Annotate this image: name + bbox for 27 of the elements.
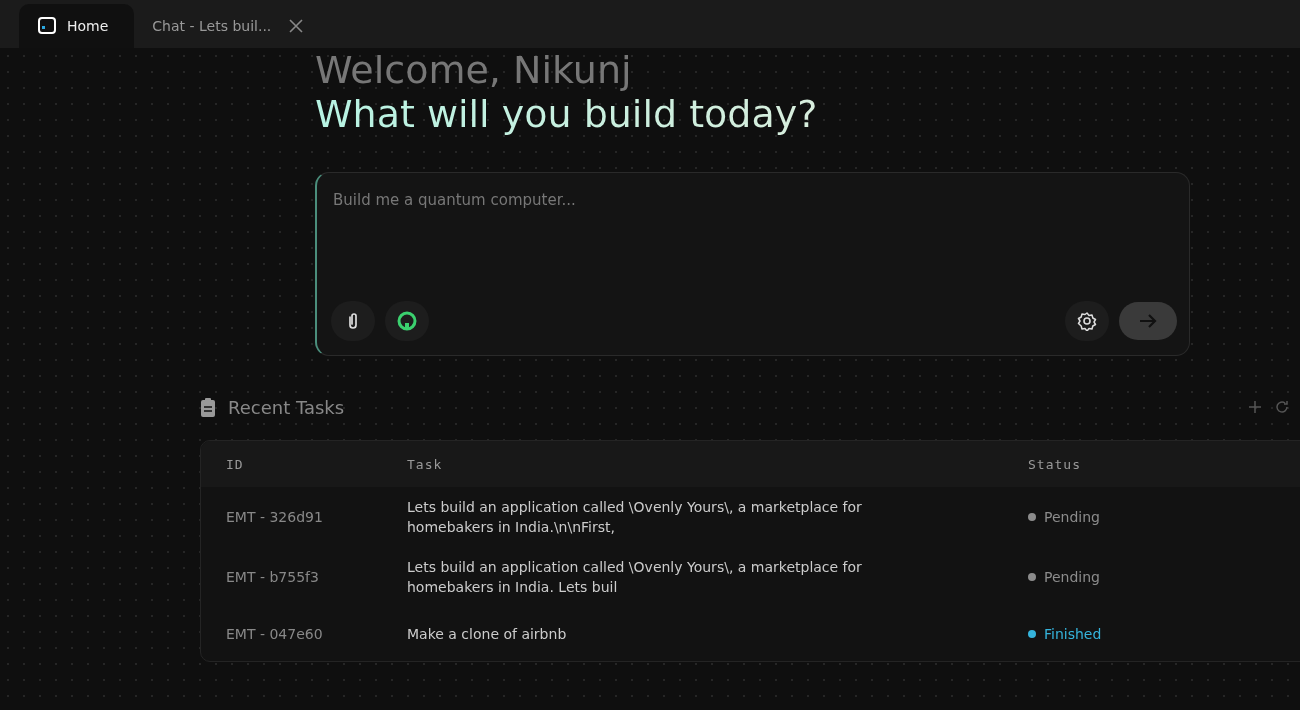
clipboard-icon xyxy=(200,397,216,417)
refresh-icon[interactable] xyxy=(1274,399,1290,415)
welcome-heading: Welcome, Nikunj xyxy=(315,48,633,92)
status-label: Pending xyxy=(1044,569,1100,585)
task-description: Make a clone of airbnb xyxy=(407,625,568,644)
prompt-box[interactable]: Build me a quantum computer... xyxy=(315,172,1190,356)
task-id: EMT - b755f3 xyxy=(225,569,320,585)
settings-icon xyxy=(1077,311,1097,331)
section-title: Recent Tasks xyxy=(228,396,345,418)
prompt-input[interactable]: Build me a quantum computer... xyxy=(331,187,1177,213)
tab[interactable]: Home xyxy=(19,4,135,48)
column-header: Status xyxy=(1028,456,1082,472)
task-id: EMT - 047e60 xyxy=(225,626,324,642)
column-header: Task xyxy=(407,456,444,472)
arrow-right-icon xyxy=(1138,313,1158,329)
attach-button[interactable] xyxy=(331,301,375,341)
task-description: Lets build an application called \Ovenly Yours\, a marketplace for homebakers in India. Lets buil xyxy=(407,558,863,597)
settings-button[interactable] xyxy=(1065,301,1109,341)
github-button[interactable] xyxy=(385,301,429,341)
column-header: ID xyxy=(225,456,245,472)
task-id: EMT - 326d91 xyxy=(225,509,324,525)
monitor-icon xyxy=(37,16,57,36)
status-label: Pending xyxy=(1044,509,1100,525)
status-label: Finished xyxy=(1044,626,1102,642)
task-description: Lets build an application called \Ovenly Yours\, a marketplace for homebakers in India.\n\nFirst, xyxy=(407,498,863,537)
tab[interactable]: Chat - Lets buil... xyxy=(134,4,322,48)
close-icon[interactable] xyxy=(289,19,304,33)
